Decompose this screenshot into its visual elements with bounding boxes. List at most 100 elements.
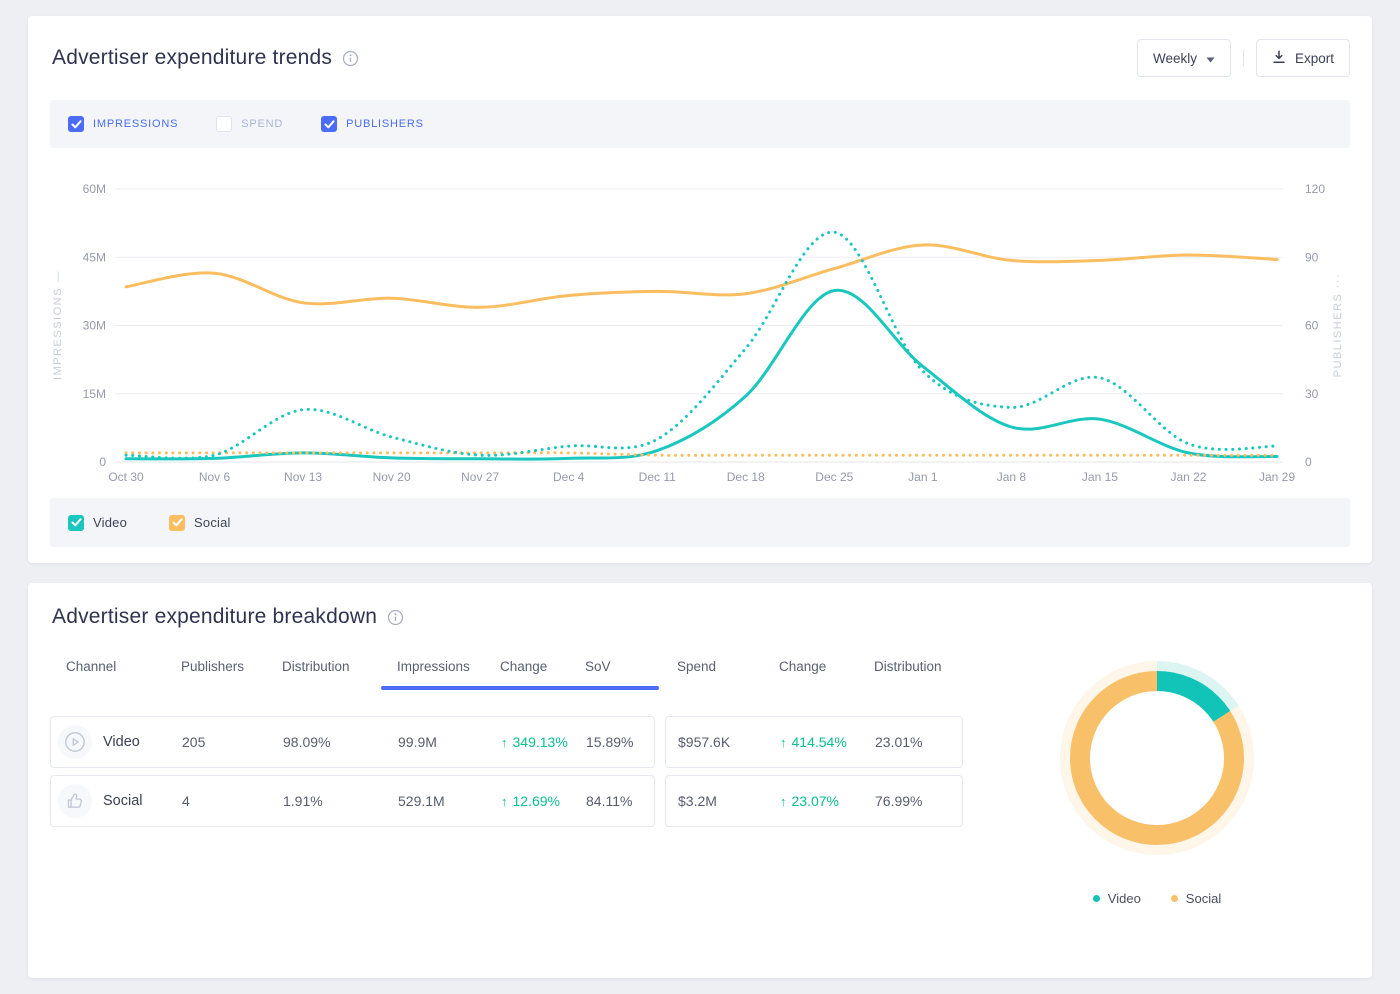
header-distribution[interactable]: Distribution	[266, 659, 381, 683]
svg-text:Nov 13: Nov 13	[284, 470, 322, 484]
legend-social-label: Social	[1186, 891, 1221, 906]
breakdown-table: Channel Publishers Distribution Impressi…	[50, 659, 963, 834]
svg-text:60M: 60M	[83, 182, 106, 196]
header-channel[interactable]: Channel	[50, 659, 165, 683]
svg-text:Jan 22: Jan 22	[1170, 470, 1206, 484]
svg-text:Jan 29: Jan 29	[1259, 470, 1295, 484]
header-sov[interactable]: SoV	[569, 659, 655, 683]
sov-value: 84.11%	[570, 793, 656, 809]
spend-distribution-value: 76.99%	[863, 793, 964, 809]
export-button[interactable]: Export	[1256, 39, 1350, 77]
download-icon	[1272, 50, 1286, 67]
donut-halo-ring	[1060, 661, 1254, 855]
svg-text:Nov 20: Nov 20	[373, 470, 411, 484]
spend-change-value: ↑23.07%	[768, 793, 863, 809]
svg-text:Jan 1: Jan 1	[908, 470, 938, 484]
period-dropdown-label: Weekly	[1153, 51, 1197, 66]
selected-columns-underline	[381, 686, 659, 690]
distribution-value: 1.91%	[267, 793, 382, 809]
svg-text:Dec 11: Dec 11	[639, 470, 676, 484]
checkbox-icon	[68, 515, 84, 531]
header-publishers[interactable]: Publishers	[165, 659, 266, 683]
svg-text:0: 0	[99, 455, 106, 469]
donut-hole	[1090, 691, 1224, 825]
series-toggle-strip: Video Social	[50, 498, 1350, 547]
svg-text:120: 120	[1305, 182, 1325, 196]
toggle-publishers-label: PUBLISHERS	[346, 118, 424, 130]
channel-name: Video	[103, 734, 140, 750]
up-arrow-icon: ↑	[780, 794, 787, 809]
toggle-impressions[interactable]: IMPRESSIONS	[68, 116, 178, 132]
svg-text:Nov 6: Nov 6	[199, 470, 231, 484]
publishers-value: 4	[166, 793, 267, 809]
play-circle-icon	[58, 725, 92, 759]
impressions-change-value: ↑12.69%	[485, 793, 570, 809]
publishers-value: 205	[166, 734, 267, 750]
header-spend[interactable]: Spend	[665, 659, 767, 683]
up-arrow-icon: ↑	[501, 735, 508, 750]
trends-line-chart[interactable]: 60M12045M9030M6015M3000Oct 30Nov 6Nov 13…	[28, 165, 1372, 498]
trends-controls: Weekly Export	[1137, 39, 1350, 77]
checkbox-icon	[216, 116, 232, 132]
toggle-spend-label: SPEND	[241, 118, 283, 130]
svg-text:IMPRESSIONS ―: IMPRESSIONS ―	[52, 270, 64, 380]
svg-text:Nov 27: Nov 27	[461, 470, 499, 484]
svg-text:60: 60	[1305, 319, 1319, 333]
svg-text:Dec 18: Dec 18	[727, 470, 765, 484]
social-dot-icon	[1171, 895, 1178, 902]
video-dot-icon	[1093, 895, 1100, 902]
table-row-social: Social 4 1.91% 529.1M ↑12.69% 84.11% $3.…	[50, 775, 963, 827]
svg-text:Jan 8: Jan 8	[997, 470, 1027, 484]
toggle-video-series[interactable]: Video	[68, 515, 127, 531]
spend-distribution-value: 23.01%	[863, 734, 964, 750]
distribution-value: 98.09%	[267, 734, 382, 750]
legend-video-label: Video	[1108, 891, 1141, 906]
toggle-spend[interactable]: SPEND	[216, 116, 283, 132]
trends-card: Advertiser expenditure trends Weekly Exp…	[28, 16, 1372, 563]
header-spend-change[interactable]: Change	[767, 659, 862, 683]
impressions-value: 99.9M	[382, 734, 485, 750]
svg-text:Oct 30: Oct 30	[108, 470, 144, 484]
svg-text:15M: 15M	[83, 387, 106, 401]
svg-text:30M: 30M	[83, 319, 106, 333]
toggle-publishers[interactable]: PUBLISHERS	[321, 116, 424, 132]
svg-text:PUBLISHERS ···: PUBLISHERS ···	[1332, 273, 1344, 378]
breakdown-header: Advertiser expenditure breakdown	[52, 583, 1350, 651]
divider	[1243, 50, 1244, 66]
checkbox-icon	[169, 515, 185, 531]
toggle-video-label: Video	[93, 515, 127, 530]
legend-item-social[interactable]: Social	[1171, 891, 1221, 906]
checkbox-icon	[68, 116, 84, 132]
header-impressions-change[interactable]: Change	[484, 659, 569, 683]
table-header-row: Channel Publishers Distribution Impressi…	[50, 659, 963, 683]
header-impressions[interactable]: Impressions	[381, 659, 484, 683]
trends-title: Advertiser expenditure trends	[52, 46, 332, 70]
donut-legend: Video Social	[1057, 891, 1257, 906]
period-dropdown[interactable]: Weekly	[1137, 39, 1231, 77]
impressions-value: 529.1M	[382, 793, 485, 809]
svg-text:30: 30	[1305, 387, 1319, 401]
up-arrow-icon: ↑	[501, 794, 508, 809]
metric-toggle-strip: IMPRESSIONS SPEND PUBLISHERS	[50, 100, 1350, 148]
breakdown-title: Advertiser expenditure breakdown	[52, 605, 377, 629]
info-icon[interactable]	[342, 50, 359, 67]
spend-change-value: ↑414.54%	[768, 734, 863, 750]
info-icon[interactable]	[387, 609, 404, 626]
thumbs-up-icon	[58, 784, 92, 818]
sov-value: 15.89%	[570, 734, 656, 750]
legend-item-video[interactable]: Video	[1093, 891, 1141, 906]
breakdown-card: Advertiser expenditure breakdown Channel…	[28, 583, 1372, 978]
svg-text:Jan 15: Jan 15	[1082, 470, 1118, 484]
impressions-change-value: ↑349.13%	[485, 734, 570, 750]
toggle-impressions-label: IMPRESSIONS	[93, 118, 178, 130]
breakdown-donut-chart[interactable]: Video Social	[1057, 661, 1257, 906]
toggle-social-series[interactable]: Social	[169, 515, 231, 531]
checkbox-icon	[321, 116, 337, 132]
table-rows: Video 205 98.09% 99.9M ↑349.13% 15.89% $…	[50, 716, 963, 827]
spend-value: $957.6K	[666, 734, 768, 750]
spend-value: $3.2M	[666, 793, 768, 809]
channel-cell: Video	[51, 725, 166, 759]
toggle-social-label: Social	[194, 515, 231, 530]
channel-name: Social	[103, 793, 143, 809]
header-spend-distribution[interactable]: Distribution	[862, 659, 963, 683]
